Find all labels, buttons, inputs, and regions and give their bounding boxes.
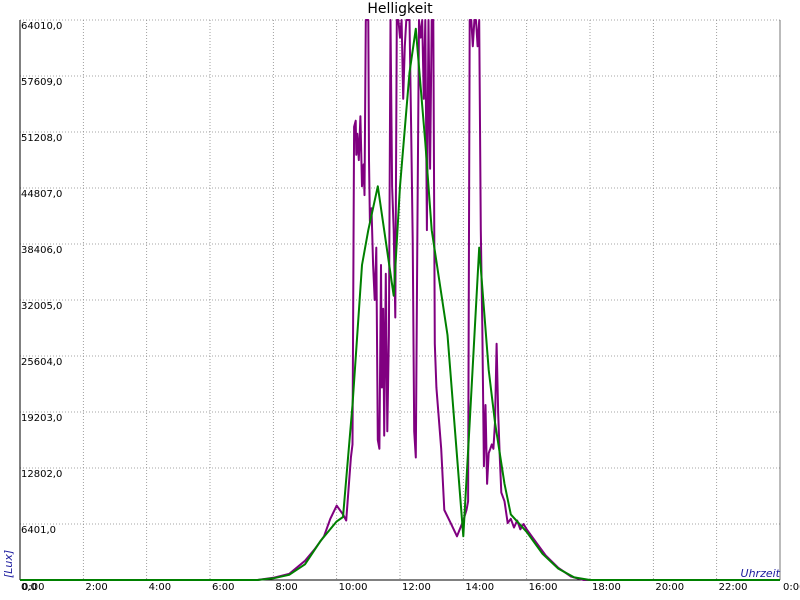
x-tick-label: 10:00 [339,582,368,593]
y-tick-label: 57609,0 [21,77,62,88]
y-tick-label: 64010,0 [21,21,62,32]
chart-title: Helligkeit [367,1,433,17]
y-tick-label: 38406,0 [21,245,62,256]
y-tick-label: 6401,0 [21,525,56,536]
y-tick-label: 51208,0 [21,133,62,144]
x-tick-label: 22:00 [719,582,748,593]
y-tick-label: 32005,0 [21,301,62,312]
brightness-chart: Helligkeit 0:00 2:00 4:00 6:00 8:00 10:00 12:0… [2,1,800,593]
x-tick-label: 2:00 [85,582,107,593]
x-tick-label: 20:00 [655,582,684,593]
y-tick-label: 19203,0 [21,413,62,424]
x-axis-label: Uhrzeit [741,567,781,580]
x-tick-label: 0:00 [783,582,800,593]
x-tick-label: 14:00 [465,582,494,593]
x-tick-label: 16:00 [529,582,558,593]
grid [20,19,780,580]
y-tick-label: 44807,0 [21,189,62,200]
x-tick-label: 8:00 [275,582,297,593]
x-tick-label: 18:00 [592,582,621,593]
x-tick-label: 12:00 [402,582,431,593]
y-tick-label: 25604,0 [21,357,62,368]
y-tick-label: 12802,0 [21,469,62,480]
y-axis-label: [Lux] [2,550,15,578]
x-tick-label: 6:00 [212,582,234,593]
y-tick-label: 0,0 [21,582,37,593]
x-tick-label: 4:00 [149,582,171,593]
